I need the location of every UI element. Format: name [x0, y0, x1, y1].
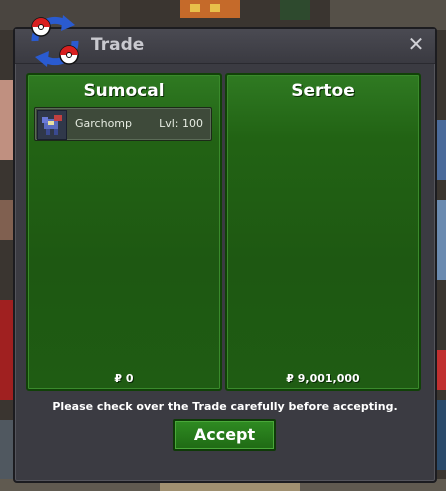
trade-window: Trade ✕ Sumocal Garchomp Lvl: 100 ₽ 0 Se… [13, 15, 437, 483]
right-player-name: Sertoe [291, 81, 355, 101]
trade-notice: Please check over the Trade carefully be… [52, 400, 398, 413]
close-icon[interactable]: ✕ [405, 33, 427, 55]
right-money-offer: ₽ 9,001,000 [286, 372, 360, 385]
right-trade-panel: Sertoe ₽ 9,001,000 [225, 73, 421, 391]
trade-item-slot[interactable]: Garchomp Lvl: 100 [34, 107, 212, 141]
left-money-offer: ₽ 0 [114, 372, 134, 385]
accept-button[interactable]: Accept [173, 419, 276, 451]
trade-pokeball-logo-icon [31, 15, 79, 67]
window-title: Trade [91, 35, 145, 55]
left-trade-panel: Sumocal Garchomp Lvl: 100 ₽ 0 [26, 73, 222, 391]
garchomp-sprite-icon [37, 110, 67, 140]
item-level: Lvl: 100 [159, 117, 203, 130]
left-player-name: Sumocal [83, 81, 165, 101]
item-name: Garchomp [75, 117, 132, 130]
